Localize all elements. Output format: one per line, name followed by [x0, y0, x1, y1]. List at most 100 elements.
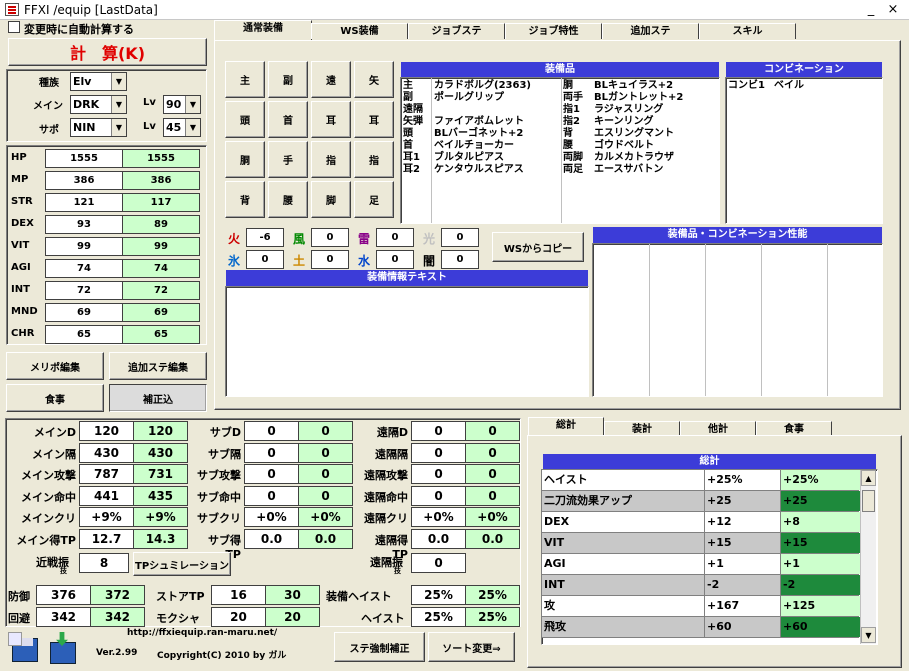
auto-calc-checkbox[interactable]	[8, 21, 20, 33]
storetp-value-b: 30	[265, 585, 320, 605]
stat-base-mnd: 69	[45, 303, 123, 322]
slot-button-7[interactable]: 耳	[354, 101, 394, 138]
slot-button-0[interactable]: 主	[225, 61, 265, 98]
slot-button-5[interactable]: 首	[268, 101, 308, 138]
right-tab-3[interactable]: 食事	[756, 421, 832, 436]
equip-info-text[interactable]	[225, 286, 589, 397]
ranged-value-a-5: 0.0	[411, 528, 466, 549]
slot-button-6[interactable]: 耳	[311, 101, 351, 138]
element-label-5: 土	[293, 254, 306, 268]
totals-row-value-b: -2	[780, 575, 860, 595]
totals-row-name: INT	[542, 575, 704, 595]
food-button[interactable]: 食事	[6, 384, 104, 412]
slot-button-4[interactable]: 頭	[225, 101, 265, 138]
totals-row-name: VIT	[542, 533, 704, 553]
totals-row-name: 攻	[542, 596, 704, 616]
job-panel: 種族 Elv ▼ メイン DRK ▼ Lv 90 ▼ サポ NIN ▼ Lv 45 ▼	[6, 69, 207, 142]
sub-lv-select[interactable]: 45 ▼	[163, 118, 201, 137]
correction-toggle[interactable]: 補正込	[109, 384, 207, 412]
totals-scrollbar[interactable]: ▲ ▼	[860, 470, 876, 644]
element-value-2: 0	[376, 228, 414, 247]
sub-value-a-0: 0	[244, 421, 299, 441]
slot-button-3[interactable]: 矢	[354, 61, 394, 98]
equipment-list[interactable]: 主 副 遠隔 矢弾 頭 首 耳1 耳2 カラドボルグ(2363) ポールグリップ…	[400, 77, 720, 224]
save-icon[interactable]	[8, 632, 44, 666]
stat-base-chr: 65	[45, 325, 123, 344]
slot-button-11[interactable]: 指	[354, 141, 394, 178]
slot-button-13[interactable]: 腰	[268, 181, 308, 218]
main-lv-label: Lv	[143, 97, 156, 108]
tab-3[interactable]: ジョブ特性	[505, 23, 602, 39]
main-job-select[interactable]: DRK ▼	[70, 95, 127, 114]
right-tab-0[interactable]: 総計	[528, 417, 604, 436]
slot-button-2[interactable]: 遠	[311, 61, 351, 98]
sub-value-b-3: 0	[298, 485, 353, 506]
main-lv-select[interactable]: 90 ▼	[163, 95, 201, 114]
defense-value-a: 376	[36, 585, 91, 605]
combination-list[interactable]: コンビ1 ベイル	[725, 77, 883, 224]
haste-label: ヘイスト	[361, 612, 405, 625]
ranged-value-a-0: 0	[411, 421, 466, 441]
element-label-3: 光	[423, 232, 436, 246]
sub-value-a-5: 0.0	[244, 528, 299, 549]
stat-base-hp: 1555	[45, 149, 123, 168]
stat-base-vit: 99	[45, 237, 123, 256]
combo-perf-header: 装備品・コンビネーション性能	[593, 227, 882, 243]
tab-0[interactable]: 通常装備	[214, 20, 312, 40]
chevron-down-icon: ▼	[111, 96, 126, 113]
extra-stats-edit-button[interactable]: 追加ステ編集	[109, 352, 207, 380]
scroll-thumb[interactable]	[862, 490, 875, 512]
ranged-value-a-1: 0	[411, 442, 466, 463]
totals-row-value-b: +1	[780, 554, 860, 574]
sub-label-1: サブ隔	[208, 447, 241, 461]
right-tab-1[interactable]: 装計	[604, 421, 680, 436]
slot-button-8[interactable]: 胴	[225, 141, 265, 178]
slot-button-12[interactable]: 背	[225, 181, 265, 218]
ws-copy-button[interactable]: WSからコピー	[492, 232, 584, 262]
main-value-b-5: 14.3	[133, 528, 188, 549]
haste-value-b: 25%	[465, 607, 520, 627]
merit-edit-button[interactable]: メリポ編集	[6, 352, 104, 380]
ranged-value-b-0: 0	[465, 421, 520, 441]
minimize-button[interactable]: _	[862, 2, 880, 18]
tab-4[interactable]: 追加ステ	[602, 23, 699, 39]
sub-value-b-1: 0	[298, 442, 353, 463]
tab-1[interactable]: WS装備	[311, 23, 408, 39]
tab-5[interactable]: スキル	[699, 23, 796, 39]
scroll-up-icon[interactable]: ▲	[861, 470, 876, 486]
element-value-0: -6	[246, 228, 284, 247]
totals-row-name: DEX	[542, 512, 704, 532]
main-value-a-1: 430	[79, 442, 134, 463]
slot-button-15[interactable]: 足	[354, 181, 394, 218]
calc-button[interactable]: 計 算(K)	[8, 38, 207, 66]
main-job-label: メイン	[33, 101, 63, 112]
right-tab-2[interactable]: 他計	[680, 421, 756, 436]
close-button[interactable]: ×	[884, 2, 902, 18]
sub-job-select[interactable]: NIN ▼	[70, 118, 127, 137]
totals-header: 総計	[543, 454, 876, 470]
tp-simulation-button[interactable]: TPシュミレーション	[133, 552, 231, 576]
main-value-b-4: +9%	[133, 507, 188, 527]
combo-perf-table[interactable]	[592, 243, 883, 397]
ranged-value-a-3: 0	[411, 485, 466, 506]
slot-button-1[interactable]: 副	[268, 61, 308, 98]
ranged-skill-sub: 技	[394, 567, 401, 575]
equipment-header: 装備品	[401, 62, 719, 78]
load-icon[interactable]	[46, 632, 82, 666]
force-stat-correction-button[interactable]: ステ強制補正	[334, 632, 425, 662]
main-value-b-0: 120	[133, 421, 188, 441]
sort-change-button[interactable]: ソート変更⇒	[428, 632, 515, 662]
race-select[interactable]: Elv ▼	[70, 72, 127, 91]
chevron-down-icon: ▼	[111, 73, 126, 90]
totals-list[interactable]: ヘイスト +25% +25% 二刀流効果アップ +25 +25 DEX +12 +8 VIT +15…	[541, 469, 878, 645]
website-url[interactable]: http://ffxiequip.ran-maru.net/	[127, 628, 277, 638]
sub-value-b-2: 0	[298, 464, 353, 484]
ranged-label-4: 遠隔クリ	[364, 512, 408, 525]
tab-2[interactable]: ジョブステ	[408, 23, 505, 39]
slot-button-10[interactable]: 指	[311, 141, 351, 178]
element-value-4: 0	[246, 250, 284, 269]
stat-label-chr: CHR	[11, 328, 35, 339]
slot-button-14[interactable]: 脚	[311, 181, 351, 218]
scroll-down-icon[interactable]: ▼	[861, 627, 876, 643]
slot-button-9[interactable]: 手	[268, 141, 308, 178]
